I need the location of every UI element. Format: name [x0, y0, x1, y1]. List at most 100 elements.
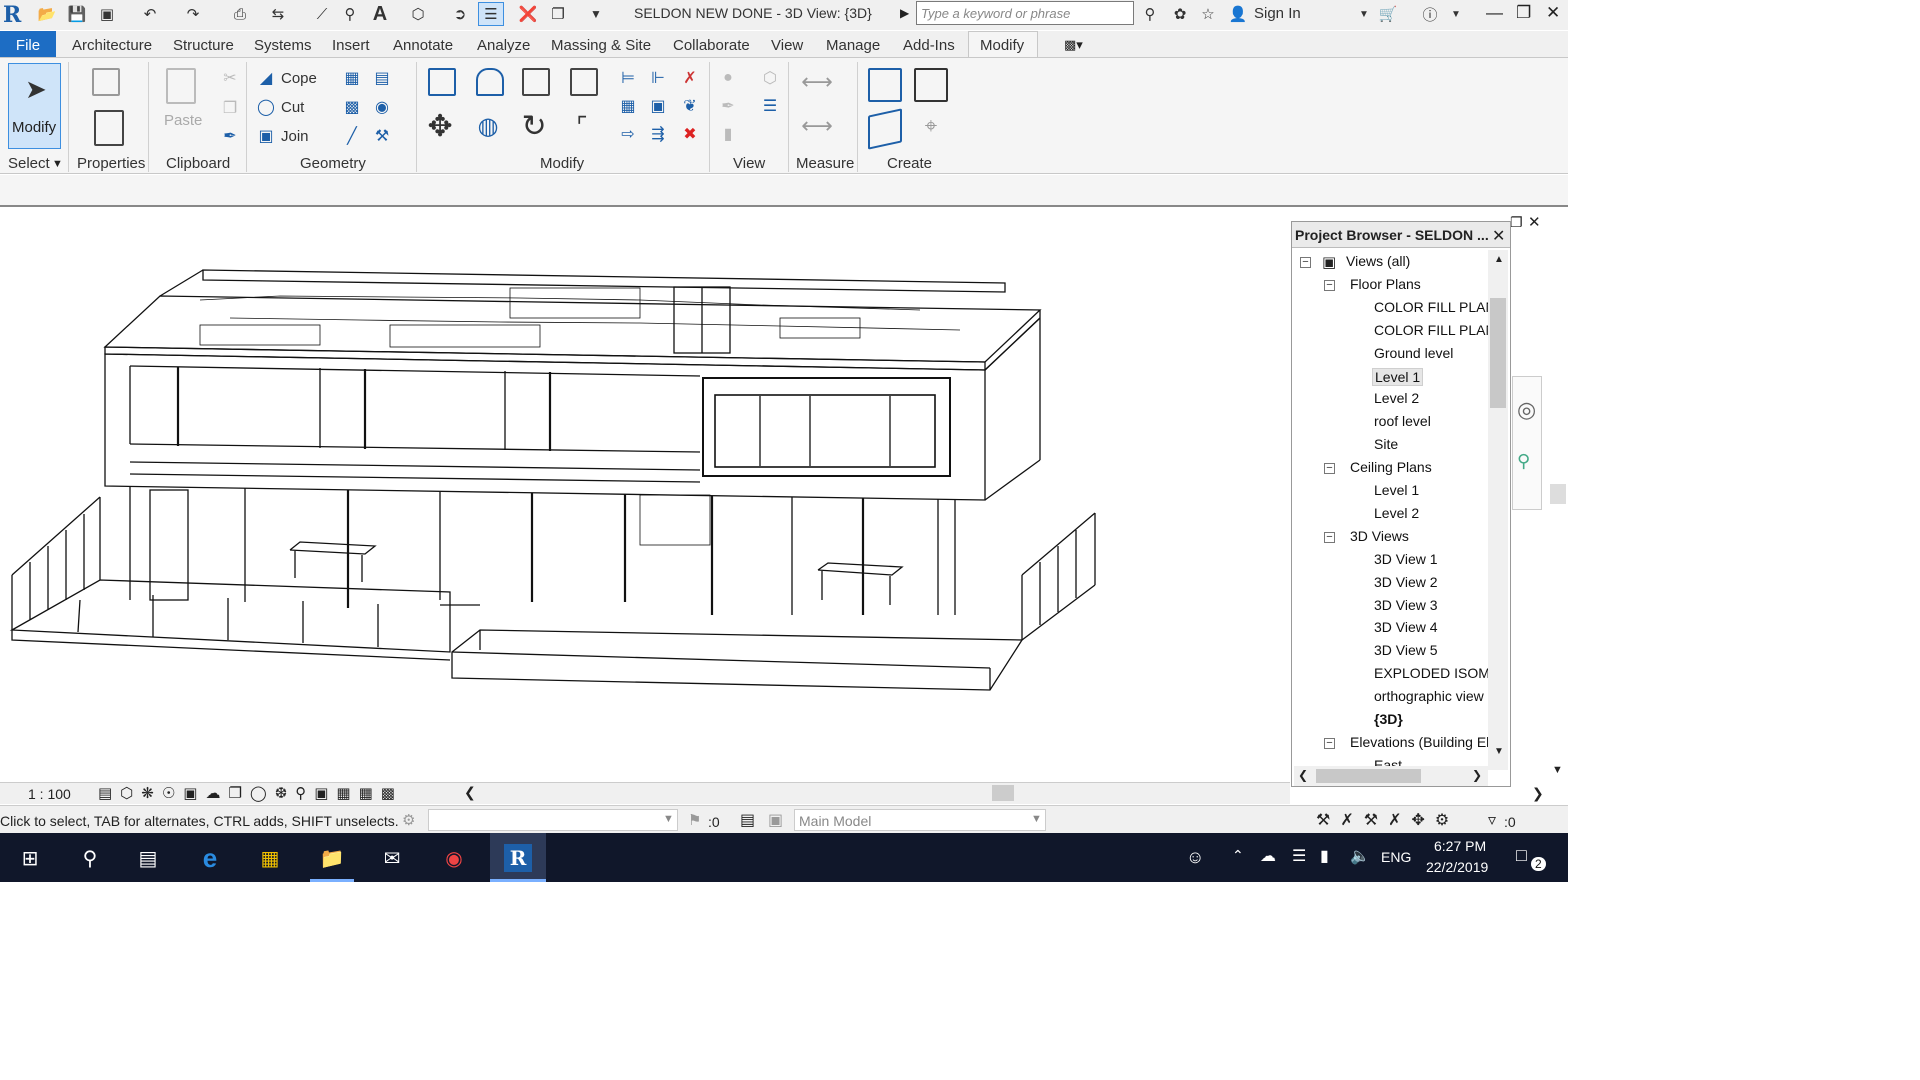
sign-in-button[interactable]: Sign In — [1254, 5, 1301, 22]
tab-manage[interactable]: Manage — [826, 37, 880, 54]
cope-button[interactable]: Cope — [281, 70, 317, 87]
canvas-scroll-down-icon[interactable]: ▼ — [1552, 764, 1563, 776]
create-assembly-icon[interactable] — [868, 68, 902, 102]
default-3d-view-icon[interactable]: ⬡ — [408, 4, 428, 24]
tree-collapse-toggle[interactable]: − — [1300, 257, 1311, 268]
tree-view-item[interactable]: Level 1 — [1372, 367, 1424, 386]
tree-group-item[interactable]: Ceiling Plans — [1348, 459, 1434, 475]
properties-panel-label[interactable]: Properties — [77, 155, 145, 172]
action-center-icon[interactable]: □ — [1516, 845, 1527, 866]
minimize-icon[interactable]: — — [1486, 3, 1503, 23]
people-icon[interactable]: ☺ — [1186, 847, 1204, 868]
mail-icon[interactable]: ✉ — [374, 841, 410, 875]
close-view-icon[interactable]: ✕ — [1528, 213, 1541, 231]
tree-view-item[interactable]: COLOR FILL PLAN — [1372, 299, 1488, 315]
design-options-icon[interactable]: ▤ — [740, 810, 755, 830]
viewbar-scroll-left-icon[interactable]: ❮ — [464, 784, 476, 801]
redo-icon[interactable]: ↷ — [183, 4, 203, 24]
view-control-icons[interactable]: ▤⬡❋☉▣☁❐◯❆⚲▣▦▦▩ — [98, 784, 403, 802]
revit-taskbar-icon[interactable]: R — [490, 833, 546, 882]
battery-icon[interactable]: ▮ — [1320, 846, 1329, 866]
tree-view-item[interactable]: Site — [1372, 436, 1400, 452]
tray-expand-icon[interactable]: ⌃ — [1232, 847, 1244, 864]
open-icon[interactable]: 📂 — [37, 4, 57, 24]
sign-in-dropdown-icon[interactable]: ▼ — [1354, 4, 1374, 24]
tree-view-item[interactable]: {3D} — [1372, 711, 1405, 727]
tree-group-item[interactable]: Views (all) — [1344, 253, 1412, 269]
active-only-icon[interactable]: ▣ — [768, 810, 783, 830]
aligned-dimension-icon[interactable]: ⟋ — [312, 4, 332, 24]
tree-collapse-toggle[interactable]: − — [1324, 279, 1335, 291]
align-icon[interactable] — [428, 68, 456, 96]
tab-architecture[interactable]: Architecture — [72, 37, 152, 54]
canvas-vscroll-thumb[interactable] — [1550, 484, 1566, 504]
properties-icon[interactable] — [94, 110, 124, 146]
hide-icon[interactable]: ● — [718, 68, 738, 88]
canvas-hscroll-thumb[interactable] — [992, 785, 1014, 801]
split-face-icon[interactable]: ▦ — [342, 68, 362, 88]
cut-clipboard-icon[interactable]: ✂ — [220, 68, 240, 88]
array-icon[interactable]: ▦ — [618, 96, 638, 116]
tree-view-item[interactable]: 3D View 1 — [1372, 551, 1440, 567]
trim-extend-icon[interactable]: ⌜ — [572, 113, 592, 140]
chrome-icon[interactable]: ◉ — [436, 841, 472, 875]
tree-view-item[interactable]: Level 2 — [1372, 390, 1421, 406]
split-element-icon[interactable]: ⊨ — [618, 68, 638, 88]
trim-single-icon[interactable]: ⇶ — [648, 124, 668, 144]
tree-view-item[interactable]: Ground level — [1372, 345, 1455, 361]
scroll-down-icon[interactable]: ▼ — [1494, 746, 1504, 757]
project-browser-hscroll[interactable]: ❮ ❯ — [1294, 766, 1488, 786]
join-icon[interactable]: ▣ — [256, 126, 276, 146]
unpin-icon[interactable]: ✗ — [680, 68, 700, 88]
delete-icon[interactable]: ✖ — [680, 124, 700, 144]
similar-icon[interactable]: ⌖ — [914, 113, 948, 138]
edge-icon[interactable]: e — [192, 841, 228, 875]
revit-logo-icon[interactable]: R — [3, 2, 21, 28]
text-icon[interactable]: A — [370, 3, 390, 25]
tree-view-item[interactable]: 3D View 2 — [1372, 574, 1440, 590]
tab-massing-site[interactable]: Massing & Site — [551, 37, 651, 54]
view-graphics-icon[interactable]: ⬡ — [760, 68, 780, 88]
editable-only-icon[interactable]: ⚑ — [688, 811, 701, 829]
wifi-icon[interactable]: ☰ — [1292, 846, 1306, 866]
store-icon[interactable]: ▦ — [252, 841, 288, 875]
tree-view-item[interactable]: roof level — [1372, 413, 1433, 429]
tree-view-item[interactable]: EXPLODED ISOMI — [1372, 665, 1488, 681]
workset-dropdown[interactable]: ▼ — [428, 809, 678, 831]
start-icon[interactable]: ⊞ — [12, 841, 48, 875]
clock-time[interactable]: 6:27 PM — [1434, 838, 1486, 854]
join-button[interactable]: Join — [281, 128, 309, 145]
restore-icon[interactable]: ❐ — [1516, 3, 1531, 23]
create-parts-icon[interactable] — [914, 68, 948, 102]
tree-view-item[interactable]: Level 2 — [1372, 505, 1421, 521]
tree-view-item[interactable]: orthographic view — [1372, 688, 1486, 704]
undo-icon[interactable]: ↶ — [140, 4, 160, 24]
binoculars-icon[interactable]: ⚲ — [1140, 4, 1160, 24]
tree-view-item[interactable]: Level 1 — [1372, 482, 1421, 498]
status-worksets-icon[interactable]: ⚙ — [402, 811, 415, 829]
ribbon-minimize-icon[interactable]: ▩▾ — [1064, 37, 1094, 52]
favorites-star-icon[interactable]: ☆ — [1198, 4, 1218, 24]
beam-join-icon[interactable]: ╱ — [342, 126, 362, 146]
file-explorer-icon[interactable]: 📁 — [314, 841, 350, 875]
sync-icon[interactable]: ▣ — [97, 4, 117, 24]
tab-structure[interactable]: Structure — [173, 37, 234, 54]
building-model-3d[interactable] — [0, 209, 1290, 782]
move-icon[interactable]: ✥ — [427, 110, 452, 143]
project-browser-vscroll[interactable]: ▲ ▼ — [1488, 250, 1508, 770]
filter-icon[interactable]: ▿ — [1488, 810, 1496, 830]
save-icon[interactable]: 💾 — [67, 4, 87, 24]
search-taskbar-icon[interactable]: ⚲ — [72, 841, 108, 875]
trim-multiple-icon[interactable]: ⇨ — [618, 124, 638, 144]
scroll-thumb[interactable] — [1490, 298, 1506, 408]
task-view-icon[interactable]: ▤ — [130, 841, 166, 875]
cart-icon[interactable]: 🛒 — [1378, 4, 1398, 24]
search-expand-icon[interactable]: ▶ — [900, 6, 909, 20]
language-indicator[interactable]: ENG — [1381, 849, 1411, 865]
hscroll-thumb[interactable] — [1316, 769, 1421, 783]
type-properties-icon[interactable] — [92, 68, 120, 96]
tree-view-item[interactable]: 3D View 4 — [1372, 619, 1440, 635]
customize-qat-icon[interactable]: ▼ — [586, 4, 606, 24]
select-dropdown-icon[interactable]: ▼ — [52, 158, 63, 170]
close-hidden-windows-icon[interactable]: ❌ — [518, 4, 538, 24]
